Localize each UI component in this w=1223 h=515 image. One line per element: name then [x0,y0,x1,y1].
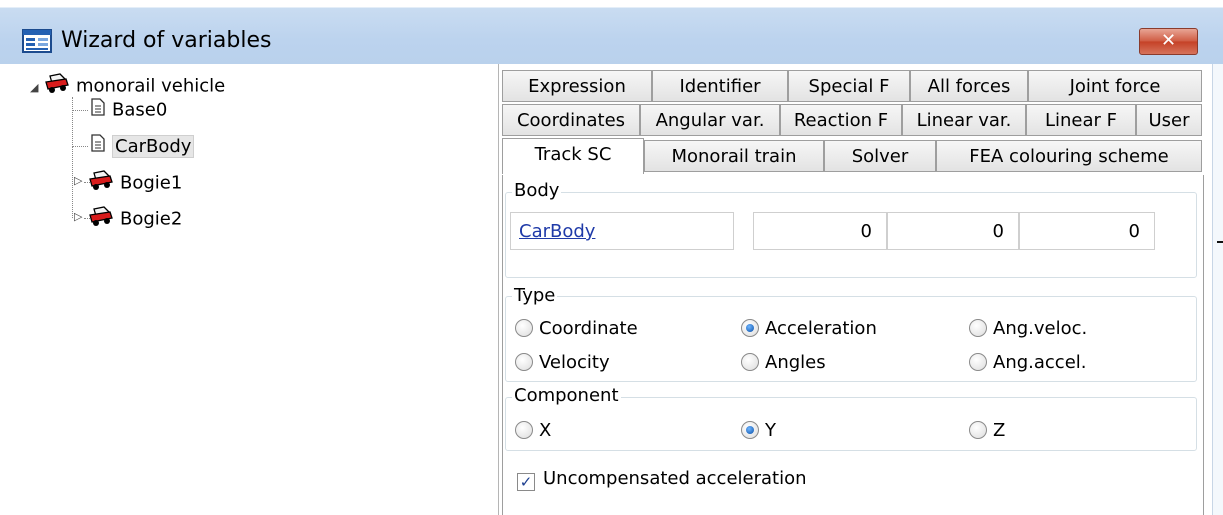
radio-label: Ang.veloc. [993,318,1088,339]
background-window-edge [1212,64,1223,515]
radio-indicator [969,353,987,371]
tab-linear-f[interactable]: Linear F [1026,104,1136,136]
radio-label: Velocity [539,352,610,373]
radio-label: Coordinate [539,318,638,339]
radio-component-x[interactable]: X [515,420,551,442]
tab-track-sc[interactable]: Track SC [502,138,644,174]
radio-coordinate[interactable]: Coordinate [515,318,638,340]
vehicle-icon [88,169,114,198]
radio-indicator [741,353,759,371]
tree-item-bogie1[interactable]: Bogie1 [88,169,183,194]
radio-ang-accel[interactable]: Ang.accel. [969,352,1087,374]
radio-acceleration[interactable]: Acceleration [741,318,877,340]
tree-item-monorail-vehicle[interactable]: monorail vehicle [44,72,226,97]
radio-indicator [515,421,533,439]
radio-indicator [515,319,533,337]
object-tree: ◢ monorail vehicle Base0 CarBody ▷ Bogie… [0,64,499,515]
vehicle-icon [88,205,114,234]
window-title: Wizard of variables [61,28,272,53]
expand-bogie1-icon[interactable]: ▷ [74,174,82,187]
tab-all-forces[interactable]: All forces [910,70,1028,102]
tab-identifier[interactable]: Identifier [652,70,788,102]
tab-linear-var[interactable]: Linear var. [902,104,1026,136]
tab-reaction-f[interactable]: Reaction F [780,104,902,136]
body-value-y-field[interactable]: 0 [887,212,1019,250]
tab-special-f[interactable]: Special F [788,70,910,102]
radio-indicator-selected [741,319,759,337]
radio-ang-veloc[interactable]: Ang.veloc. [969,318,1087,340]
expand-bogie2-icon[interactable]: ▷ [74,210,82,223]
type-group-legend: Type [512,285,558,306]
radio-indicator [969,421,987,439]
radio-component-z[interactable]: Z [969,420,1005,442]
radio-component-y[interactable]: Y [741,420,776,442]
close-icon: ✕ [1160,30,1177,51]
radio-angles[interactable]: Angles [741,352,826,374]
tab-user[interactable]: User [1136,104,1202,136]
tree-item-carbody[interactable]: CarBody [90,134,195,159]
body-value-x-field[interactable]: 0 [753,212,887,250]
radio-label: Acceleration [765,318,877,339]
body-group-legend: Body [512,180,562,201]
tree-item-label: CarBody [112,134,195,158]
body-name-field[interactable]: CarBody [510,212,734,250]
tree-item-base0[interactable]: Base0 [90,98,167,122]
tab-joint-force[interactable]: Joint force [1028,70,1202,102]
tab-monorail-train[interactable]: Monorail train [644,140,824,172]
radio-indicator [515,353,533,371]
checkbox-check-icon: ✓ [517,473,535,491]
tree-item-label: Bogie1 [120,172,183,194]
close-button[interactable]: ✕ [1139,28,1198,55]
tab-expression[interactable]: Expression [502,70,652,102]
tree-item-label: Base0 [112,99,168,121]
tab-fea-colouring-scheme[interactable]: FEA colouring scheme [936,140,1202,172]
tab-solver[interactable]: Solver [824,140,936,172]
radio-indicator [969,319,987,337]
radio-label: Y [765,420,776,441]
body-value-z-field[interactable]: 0 [1019,212,1155,250]
radio-label: X [539,420,552,441]
title-bar: Wizard of variables ✕ [0,0,1223,64]
tab-angular-var[interactable]: Angular var. [640,104,780,136]
wizard-window: Wizard of variables ✕ ◢ monorail vehicle [0,0,1223,515]
tree-item-bogie2[interactable]: Bogie2 [88,205,183,230]
tree-item-label: monorail vehicle [76,75,226,97]
document-icon [90,134,106,159]
collapse-root-icon[interactable]: ◢ [30,81,38,94]
document-icon [90,98,106,123]
checkbox-label: Uncompensated acceleration [543,468,807,489]
tab-coordinates[interactable]: Coordinates [502,104,640,136]
vehicle-icon [44,72,70,101]
radio-label: Z [993,420,1006,441]
tree-item-label: Bogie2 [120,208,183,230]
wizard-app-icon [22,29,52,53]
radio-label: Angles [765,352,826,373]
body-name-link[interactable]: CarBody [511,221,595,242]
component-group-legend: Component [512,385,621,406]
radio-velocity[interactable]: Velocity [515,352,610,374]
radio-indicator-selected [741,421,759,439]
radio-label: Ang.accel. [993,352,1087,373]
uncompensated-acceleration-checkbox[interactable]: ✓ Uncompensated acceleration [517,468,807,491]
